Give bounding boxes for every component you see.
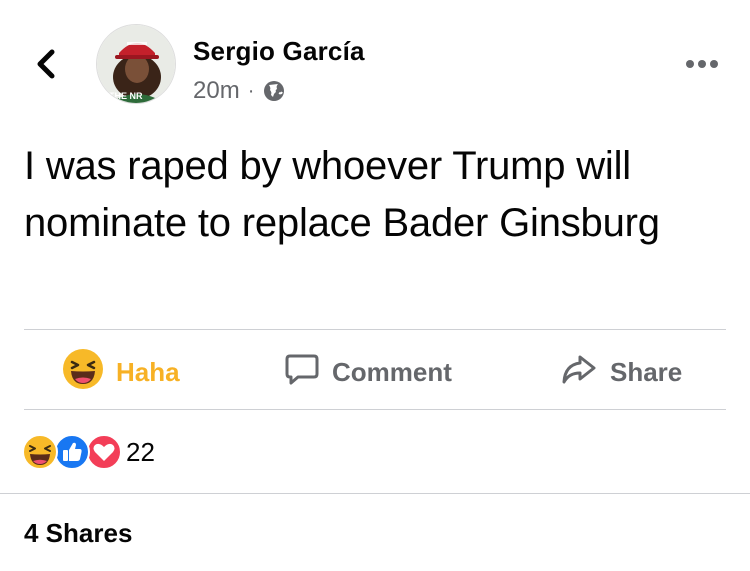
reaction-count: 22: [126, 436, 155, 467]
comment-button[interactable]: Comment: [284, 344, 452, 400]
divider: [24, 329, 726, 330]
post-text: I was raped by whoever Trump will nomina…: [24, 144, 660, 245]
reactions-summary[interactable]: 22: [22, 432, 155, 472]
author-avatar[interactable]: THE NR: [96, 24, 176, 104]
divider: [24, 409, 726, 410]
post-time[interactable]: 20m: [193, 77, 240, 105]
haha-icon: [62, 348, 104, 397]
more-options-button[interactable]: [684, 56, 720, 72]
avatar-hat-text: THE NR: [109, 91, 143, 101]
reaction-icons: [22, 432, 124, 472]
haha-icon: [22, 434, 58, 470]
shares-count[interactable]: 4 Shares: [24, 518, 132, 549]
haha-button[interactable]: Haha: [62, 344, 180, 400]
globe-icon: [264, 81, 285, 101]
more-icon: [686, 60, 718, 68]
avatar-image: THE NR: [97, 25, 175, 103]
meta-separator: ·: [247, 79, 255, 102]
divider: [0, 493, 750, 494]
haha-label: Haha: [116, 356, 180, 387]
comment-label: Comment: [332, 356, 452, 387]
comment-icon: [284, 351, 320, 394]
author-name[interactable]: Sergio García: [193, 36, 365, 67]
like-icon: [54, 434, 90, 470]
back-button[interactable]: [28, 44, 64, 84]
chevron-left-icon: [37, 49, 55, 79]
share-icon: [560, 351, 598, 394]
share-button[interactable]: Share: [560, 344, 682, 400]
love-icon: [86, 434, 122, 470]
share-label: Share: [610, 356, 683, 387]
post-meta: 20m ·: [193, 77, 286, 105]
